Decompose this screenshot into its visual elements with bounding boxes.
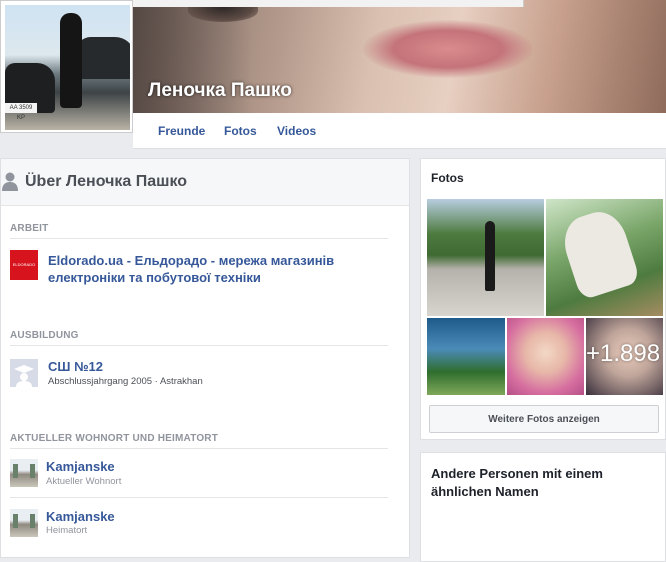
- photo-thumbnail-more[interactable]: +1.898: [586, 318, 663, 395]
- profile-picture[interactable]: AA 3509 KP: [0, 0, 133, 133]
- profile-car-back: [75, 37, 130, 79]
- employer-link[interactable]: Eldorado.ua - Ельдорадо - мережа магазин…: [48, 252, 378, 286]
- profile-name[interactable]: Леночка Пашко: [148, 80, 292, 102]
- license-plate: AA 3509 KP: [5, 103, 37, 121]
- photo-thumbnail[interactable]: [427, 199, 544, 316]
- photo-horse: [557, 205, 641, 301]
- education-section-label: AUSBILDUNG: [10, 330, 79, 341]
- cover-lips: [363, 20, 533, 78]
- hometown-type: Heimatort: [46, 525, 88, 536]
- about-title: Über Леночка Пашко: [25, 173, 188, 190]
- similar-names-title: Andere Personen mit einem ähnlichen Name…: [431, 466, 603, 499]
- cover-top-strip: [133, 0, 524, 7]
- more-photos-button[interactable]: Weitere Fotos anzeigen: [429, 405, 659, 433]
- more-photos-count: +1.898: [586, 340, 661, 367]
- current-city-type: Aktueller Wohnort: [46, 476, 122, 487]
- education-divider: [10, 345, 388, 346]
- school-details: Abschlussjahrgang 2005 · Astrakhan: [48, 376, 203, 387]
- about-header: Über Леночка Пашко: [1, 159, 409, 206]
- hometown-photo-icon: [10, 509, 38, 537]
- photos-card: Fotos +1.898 Weitere Fotos anzeigen: [420, 158, 666, 440]
- work-section-label: ARBEIT: [10, 223, 49, 234]
- profile-nav: Freunde Fotos Videos: [133, 113, 666, 149]
- tab-videos[interactable]: Videos: [277, 124, 316, 138]
- profile-picture-image: AA 3509 KP: [5, 5, 130, 130]
- photo-thumbnail[interactable]: [546, 199, 663, 316]
- places-divider: [10, 448, 388, 449]
- places-row-divider: [10, 497, 388, 498]
- tab-friends[interactable]: Freunde: [158, 124, 205, 138]
- person-icon: [2, 172, 18, 191]
- photos-title[interactable]: Fotos: [431, 171, 464, 185]
- photo-thumbnail[interactable]: [427, 318, 505, 395]
- city-photo-icon: [10, 459, 38, 487]
- photo-person: [485, 221, 495, 291]
- tab-photos[interactable]: Fotos: [224, 124, 257, 138]
- places-section-label: AKTUELLER WOHNORT UND HEIMATORT: [10, 433, 219, 444]
- current-city-link[interactable]: Kamjanske: [46, 458, 115, 475]
- eldorado-logo-icon: ELDORADO: [10, 250, 38, 280]
- profile-person: [60, 13, 82, 108]
- school-icon: [10, 359, 38, 387]
- hometown-link[interactable]: Kamjanske: [46, 508, 115, 525]
- work-divider: [10, 238, 388, 239]
- school-link[interactable]: СШ №12: [48, 358, 103, 375]
- photo-thumbnail[interactable]: [507, 318, 584, 395]
